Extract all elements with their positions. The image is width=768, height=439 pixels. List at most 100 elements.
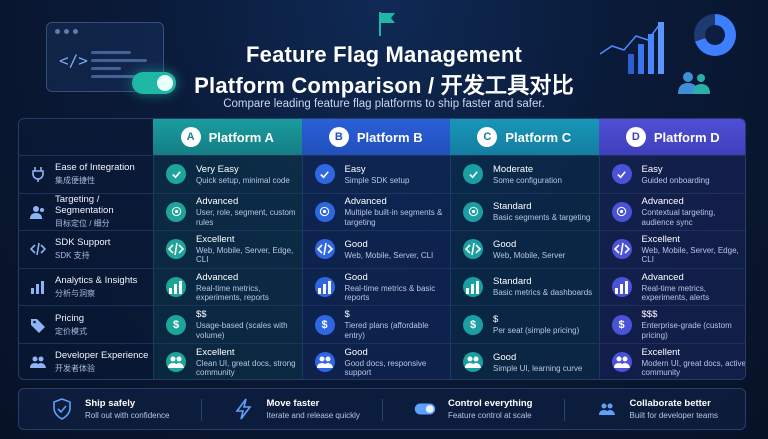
cell-level: Advanced <box>344 196 387 208</box>
code-icon <box>314 239 335 260</box>
page-title-line1: Feature Flag Management <box>246 42 522 67</box>
row-label-zh: 目标定位 / 细分 <box>55 219 110 229</box>
comparison-table: A Platform A B Platform B C Platform C D… <box>18 118 746 380</box>
code-icon <box>166 239 186 260</box>
row-label: Targeting / Segmentation <box>55 194 114 217</box>
code-icon <box>611 239 632 260</box>
code-icon <box>463 239 483 260</box>
cell-description: Quick setup, minimal code <box>196 175 290 185</box>
bar-chart-icon <box>314 277 335 298</box>
benefit-title: Ship safely <box>85 397 136 409</box>
benefit-description: Iterate and release quickly <box>266 410 360 420</box>
cell-level: $ <box>493 313 499 325</box>
table-cell: Standard Basic segments & targeting <box>450 193 599 231</box>
bar-chart-icon <box>29 278 47 296</box>
team-icon <box>166 352 186 373</box>
cell-level: Advanced <box>641 271 684 283</box>
cell-description: Web, Mobile, Server, Edge, CLI <box>641 245 739 265</box>
table-cell: Excellent Clean UI, great docs, strong co… <box>153 344 302 379</box>
platform-badge: C <box>477 127 498 147</box>
benefit-item: Control everything Feature control at sca… <box>382 389 564 429</box>
table-cell: $ $$ Usage-based (scales with volume) <box>153 306 302 343</box>
cell-description: Real-time metrics, experiments, reports <box>196 283 269 303</box>
cell-level: Excellent <box>641 233 681 245</box>
cell-description: Enterprise-grade (custom pricing) <box>641 321 732 340</box>
table-cell: $ $ Per seat (simple pricing) <box>450 306 599 343</box>
column-header-platform-b[interactable]: B Platform B <box>301 119 450 155</box>
bar-chart-icon <box>463 277 483 298</box>
table-cell: Advanced Multiple built-in segments & tar… <box>301 193 450 231</box>
row-label-zh: SDK 支持 <box>55 251 90 261</box>
column-header-label: Platform A <box>208 129 274 145</box>
table-cell: Very Easy Quick setup, minimal code <box>153 156 302 193</box>
row-category: Targeting / Segmentation 目标定位 / 细分 <box>19 194 153 231</box>
cell-level: $$ <box>196 309 207 321</box>
cell-description: Web, Mobile, Server, Edge, CLI <box>196 245 294 265</box>
benefits-footer: Ship safely Roll out with confidence Move … <box>18 388 746 430</box>
cell-description: Simple SDK setup <box>344 175 410 185</box>
table-cell: Moderate Some configuration <box>450 156 599 193</box>
cell-description: Real-time metrics & basic reports <box>344 283 436 303</box>
bar-chart-icon <box>611 277 632 298</box>
benefit-item: Collaborate better Built for developer te… <box>563 389 746 429</box>
row-label: SDK Support <box>55 237 111 249</box>
cell-level: Moderate <box>493 163 534 175</box>
cell-level: Easy <box>641 163 663 175</box>
table-row: Pricing 定价模式 $ $$ Usage-based (scales with v… <box>19 305 745 343</box>
cell-level: Good <box>344 271 368 283</box>
cell-description: Modern UI, great docs, active community <box>641 358 746 378</box>
page-title-line2: Platform Comparison / 开发工具对比 <box>194 73 574 98</box>
row-category: Analytics & Insights 分析与洞察 <box>19 269 153 306</box>
table-cell: Excellent Modern UI, great docs, active c… <box>598 344 746 379</box>
table-cell: Excellent Web, Mobile, Server, Edge, CLI <box>598 231 745 268</box>
check-icon <box>611 164 632 185</box>
cell-level: Good <box>344 346 368 358</box>
column-header-platform-c[interactable]: C Platform C <box>450 119 599 155</box>
column-header-label: Platform D <box>653 129 720 145</box>
cell-level: $ <box>344 309 350 321</box>
cell-level: Excellent <box>641 346 681 358</box>
dollar-icon: $ <box>463 314 483 335</box>
flag-icon <box>379 12 395 36</box>
platform-badge: D <box>625 127 646 147</box>
shield-check-icon <box>51 398 73 420</box>
team-icon <box>611 352 632 373</box>
check-icon <box>314 164 335 185</box>
cell-level: Advanced <box>196 196 239 208</box>
benefit-item: Ship safely Roll out with confidence <box>19 389 201 429</box>
row-label: Pricing <box>55 312 85 324</box>
table-cell: Standard Basic metrics & dashboards <box>450 268 599 306</box>
plug-icon <box>29 165 47 183</box>
row-label-zh: 分析与洞察 <box>55 289 95 299</box>
table-cell: Good Simple UI, learning curve <box>450 344 599 379</box>
cell-description: Guided onboarding <box>641 175 710 185</box>
toggle-icon <box>414 398 436 420</box>
tag-icon <box>29 316 47 334</box>
cell-description: Web, Mobile, Server, CLI <box>344 250 434 260</box>
cell-description: Contextual targeting, audience sync <box>641 208 716 227</box>
cell-level: Good <box>493 351 517 363</box>
row-label-zh: 集成便捷性 <box>55 176 95 186</box>
column-header-platform-d[interactable]: D Platform D <box>598 119 745 155</box>
cell-description: Tiered plans (affordable entry) <box>344 321 429 340</box>
team-icon <box>463 352 483 373</box>
benefit-description: Feature control at scale <box>448 410 532 420</box>
code-icon <box>29 240 47 258</box>
cell-level: Excellent <box>196 233 235 245</box>
table-cell: Advanced Real-time metrics, experiments, … <box>598 268 745 306</box>
header-blank <box>19 119 153 155</box>
cell-description: Some configuration <box>493 175 562 185</box>
row-category: Ease of Integration 集成便捷性 <box>19 156 153 193</box>
check-icon <box>166 164 186 185</box>
cell-description: User, role, segment, custom rules <box>196 208 296 227</box>
target-icon <box>463 201 483 222</box>
table-cell: $ $$$ Enterprise-grade (custom pricing) <box>598 306 745 343</box>
cell-level: Excellent <box>196 346 235 358</box>
team-icon <box>314 352 335 373</box>
column-header-platform-a[interactable]: A Platform A <box>153 119 302 155</box>
page-subtitle: Compare leading feature flag platforms t… <box>223 98 545 110</box>
benefit-description: Roll out with confidence <box>85 410 170 420</box>
team-icon <box>29 353 47 371</box>
benefit-title: Collaborate better <box>629 397 711 409</box>
table-cell: Good Good docs, responsive support <box>301 344 450 379</box>
